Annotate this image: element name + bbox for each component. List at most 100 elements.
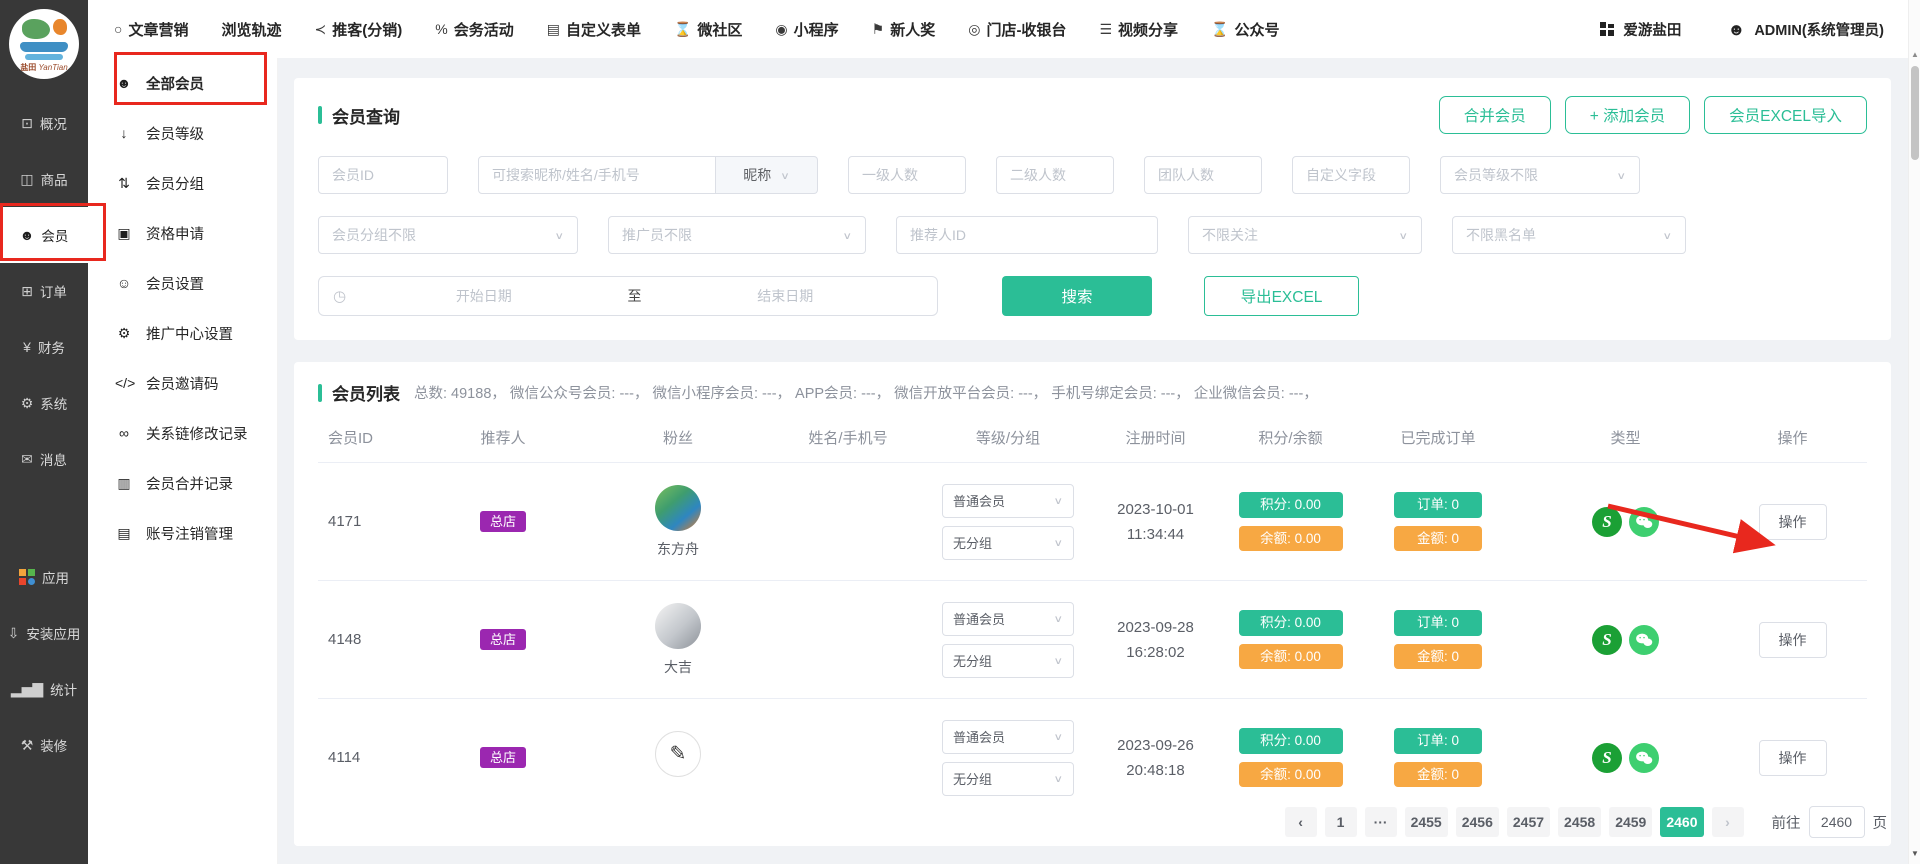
chevron-down-icon: ∨ (554, 230, 564, 240)
rail-item-overview[interactable]: ⊡概况 (0, 95, 88, 151)
team-count-input[interactable] (1144, 156, 1262, 194)
nav-browse-history[interactable]: 浏览轨迹 (221, 19, 281, 40)
cell-action: 操作 (1733, 740, 1852, 776)
group-select[interactable]: 无分组∨ (942, 526, 1074, 560)
nav-official-account[interactable]: ⌛公众号 (1211, 19, 1279, 40)
add-member-button[interactable]: + 添加会员 (1565, 96, 1690, 134)
level-select[interactable]: 普通会员∨ (942, 484, 1074, 518)
prev-page-button[interactable]: ‹ (1285, 807, 1317, 837)
chevron-down-icon: ∨ (1053, 614, 1063, 624)
row-action-button[interactable]: 操作 (1759, 504, 1827, 540)
list-card-header: 会员列表 总数: 49188， 微信公众号会员: ---， 微信小程序会员: -… (318, 380, 1867, 405)
page-ellipsis[interactable]: ··· (1365, 807, 1397, 837)
member-query-card: 会员查询 合并会员 + 添加会员 会员EXCEL导入 昵称∨ 会员等级不限∨ (294, 78, 1891, 340)
export-excel-button[interactable]: 导出EXCEL (1204, 276, 1359, 316)
member-excel-import-button[interactable]: 会员EXCEL导入 (1704, 96, 1867, 134)
cell-level-group: 普通会员∨ 无分组∨ (928, 720, 1088, 796)
chevron-down-icon: ∨ (1662, 230, 1672, 240)
nav-micro-community[interactable]: ⌛微社区 (674, 19, 742, 40)
next-page-button[interactable]: › (1712, 807, 1744, 837)
blacklist-filter-select[interactable]: 不限黑名单∨ (1452, 216, 1686, 254)
sidebar-item-qualification-apply[interactable]: ▣资格申请 (88, 208, 277, 258)
scroll-up-icon[interactable]: ▲ (1909, 50, 1920, 59)
sidebar-item-member-groups[interactable]: ⇅会员分组 (88, 158, 277, 208)
account-menu[interactable]: ☻ADMIN(系统管理员) (1727, 19, 1884, 40)
page-button-2457[interactable]: 2457 (1507, 807, 1550, 837)
nav-video-share[interactable]: ☰视频分享 (1099, 19, 1178, 40)
group-select[interactable]: 无分组∨ (942, 644, 1074, 678)
nav-store-cashier[interactable]: ◎门店-收银台 (968, 19, 1066, 40)
nav-conference-activity[interactable]: %会务活动 (435, 19, 513, 40)
member-id-input[interactable] (318, 156, 448, 194)
nav-mini-program[interactable]: ◉小程序 (775, 19, 838, 40)
workspace-switcher[interactable]: 爱游盐田 (1600, 19, 1681, 40)
nav-custom-form[interactable]: ▤自定义表单 (547, 19, 641, 40)
level2-count-input[interactable] (996, 156, 1114, 194)
level-select[interactable]: 普通会员∨ (942, 602, 1074, 636)
rail-item-decoration[interactable]: ⚒装修 (0, 717, 88, 773)
chevron-down-icon: ∨ (1616, 170, 1626, 180)
sidebar-item-member-invite-code[interactable]: </>会员邀请码 (88, 358, 277, 408)
sidebar-item-member-merge-log[interactable]: ▥会员合并记录 (88, 458, 277, 508)
page-button-2460-active[interactable]: 2460 (1660, 807, 1703, 837)
row-action-button[interactable]: 操作 (1759, 740, 1827, 776)
nickname-search-input[interactable] (478, 156, 716, 194)
cell-completed-orders: 订单: 0金额: 0 (1358, 492, 1518, 551)
sidebar-item-relation-chain-log[interactable]: ∞关系链修改记录 (88, 408, 277, 458)
rail-item-orders[interactable]: ⊞订单 (0, 263, 88, 319)
rail-item-products[interactable]: ◫商品 (0, 151, 88, 207)
nav-tuike-distribution[interactable]: ≺推客(分销) (315, 19, 403, 40)
scrollbar-thumb[interactable] (1911, 66, 1919, 160)
rail-item-install-apps[interactable]: ⇩安装应用 (0, 605, 88, 661)
sidebar-item-promotion-center-settings[interactable]: ⚙推广中心设置 (88, 308, 277, 358)
member-group-value: 会员分组不限 (332, 225, 416, 245)
form-icon: ▤ (547, 21, 560, 38)
page-button-1[interactable]: 1 (1325, 807, 1357, 837)
level1-count-input[interactable] (848, 156, 966, 194)
rail-item-members[interactable]: ☻会员 (0, 207, 88, 263)
page-button-2458[interactable]: 2458 (1558, 807, 1601, 837)
rail-item-finance[interactable]: ¥财务 (0, 319, 88, 375)
search-type-select[interactable]: 昵称∨ (716, 156, 818, 194)
page-button-2455[interactable]: 2455 (1405, 807, 1448, 837)
nav-article-marketing[interactable]: ○文章营销 (114, 19, 188, 40)
rail-item-apps[interactable]: 应用 (0, 549, 88, 605)
rail-item-messages[interactable]: ✉消息 (0, 431, 88, 487)
app-logo[interactable]: 盐田 YanTian (9, 9, 79, 79)
avatar[interactable] (655, 603, 701, 649)
search-button[interactable]: 搜索 (1002, 276, 1152, 316)
member-group-select[interactable]: 会员分组不限 ∨ (318, 216, 578, 254)
start-date-placeholder[interactable]: 开始日期 (346, 286, 621, 306)
page-button-2459[interactable]: 2459 (1609, 807, 1652, 837)
follow-filter-select[interactable]: 不限关注∨ (1188, 216, 1422, 254)
merge-members-button[interactable]: 合并会员 (1439, 96, 1551, 134)
cell-points-balance: 积分: 0.00余额: 0.00 (1223, 728, 1358, 787)
goto-page-input[interactable] (1809, 806, 1865, 838)
rail-item-system[interactable]: ⚙系统 (0, 375, 88, 431)
col-completed-orders: 已完成订单 (1358, 427, 1518, 448)
row-action-button[interactable]: 操作 (1759, 622, 1827, 658)
avatar[interactable]: ✎ (655, 731, 701, 777)
nav-newcomer-award[interactable]: ⚑新人奖 (872, 19, 936, 40)
group-select[interactable]: 无分组∨ (942, 762, 1074, 796)
promoter-select[interactable]: 推广员不限∨ (608, 216, 866, 254)
avatar[interactable] (655, 485, 701, 531)
col-level-group: 等级/分组 (928, 427, 1088, 448)
member-level-select[interactable]: 会员等级不限∨ (1440, 156, 1640, 194)
sidebar-item-account-cancellation[interactable]: ▤账号注销管理 (88, 508, 277, 558)
sidebar-item-member-levels[interactable]: ↓会员等级 (88, 108, 277, 158)
custom-field-input[interactable] (1292, 156, 1410, 194)
sidebar-item-member-settings[interactable]: ☺会员设置 (88, 258, 277, 308)
nav-label: 文章营销 (128, 19, 188, 40)
scrollbar[interactable]: ▲ ▼ (1908, 0, 1920, 864)
level-select[interactable]: 普通会员∨ (942, 720, 1074, 754)
end-date-placeholder[interactable]: 结束日期 (648, 286, 923, 306)
sidebar-item-all-members[interactable]: ☻全部会员 (88, 58, 277, 108)
scroll-down-icon[interactable]: ▼ (1909, 849, 1920, 858)
date-range-picker[interactable]: ◷ 开始日期 至 结束日期 (318, 276, 938, 316)
page-button-2456[interactable]: 2456 (1456, 807, 1499, 837)
nav-label: 小程序 (794, 19, 839, 40)
rail-item-statistics[interactable]: ▂▅▇统计 (0, 661, 88, 717)
referrer-id-input[interactable] (896, 216, 1158, 254)
overview-icon: ⊡ (21, 115, 33, 132)
